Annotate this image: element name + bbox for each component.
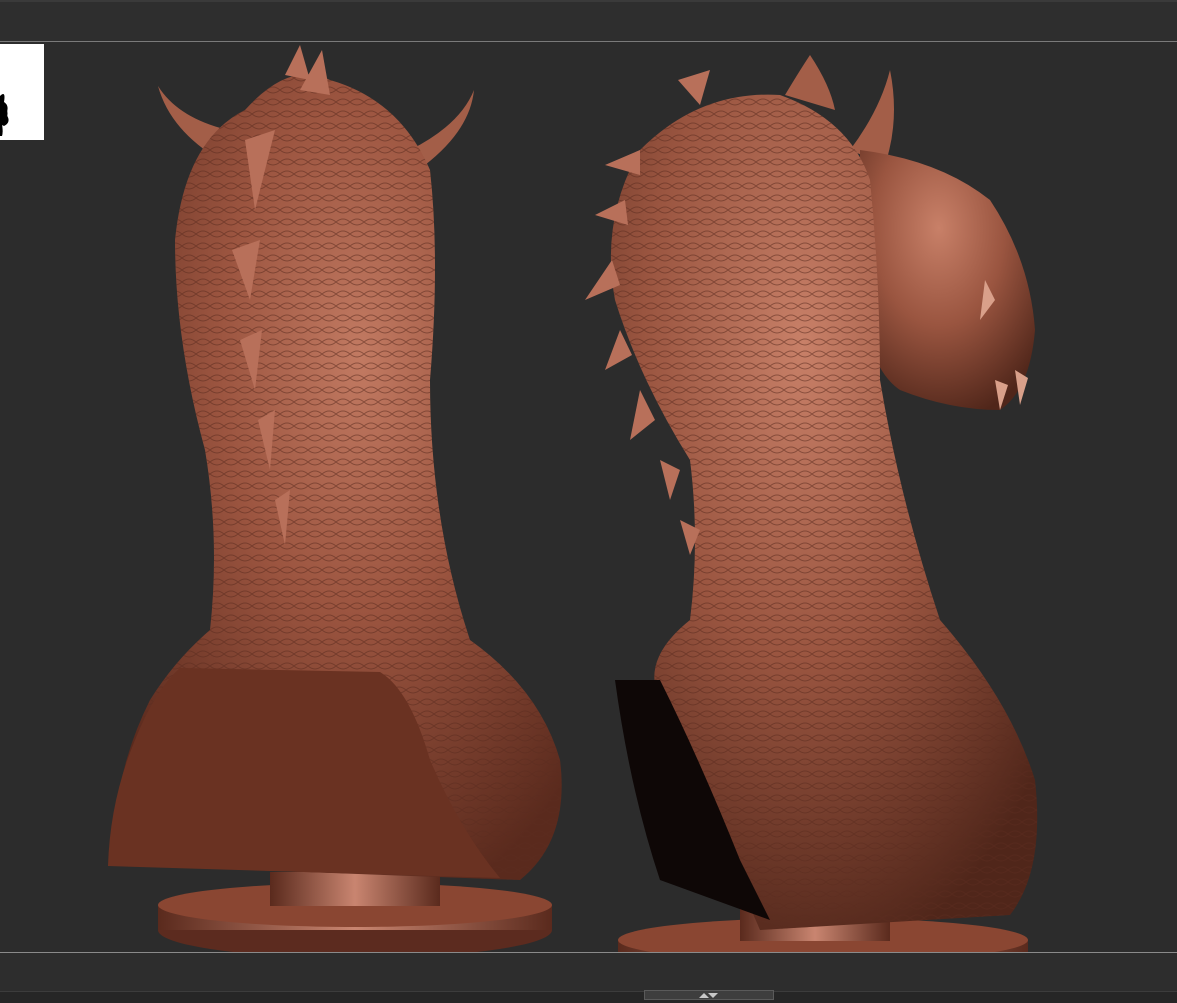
scorpion-icon [0, 94, 9, 136]
dragon-bust-three-quarter-view[interactable] [585, 55, 1038, 990]
brush-thumbnail[interactable] [0, 44, 44, 140]
collapse-arrows-icon[interactable] [697, 990, 719, 1000]
sculpt-viewport-render[interactable] [0, 0, 1177, 1003]
dragon-head [860, 150, 1035, 410]
dragon-bust-back-view[interactable] [108, 45, 562, 958]
bottom-shelf[interactable] [0, 953, 1177, 1003]
pedestal-stem-left [270, 872, 440, 906]
sculpt-app-window [0, 0, 1177, 1003]
bottom-status-strip [0, 991, 1177, 1003]
